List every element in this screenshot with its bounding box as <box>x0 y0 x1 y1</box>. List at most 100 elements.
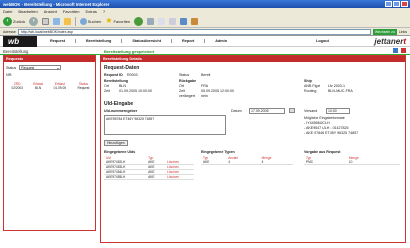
favorites-label: Favoriten <box>113 18 131 24</box>
table-cell: 4 <box>226 160 260 165</box>
page-title: Bereitstellung <box>3 48 29 54</box>
versand-label: Versand <box>304 109 318 113</box>
status-filter-row: Status Request <box>6 65 93 70</box>
nav-item-admin[interactable]: Admin <box>204 39 237 43</box>
calendar-icon[interactable] <box>289 108 295 113</box>
table-cell: 10 <box>346 160 400 165</box>
page-icons <box>393 48 406 53</box>
menu-ansicht[interactable]: Ansicht <box>44 9 57 14</box>
back-button[interactable]: ‹ Zurück <box>3 16 26 26</box>
origin-ort-label: Ort <box>104 84 109 88</box>
format-line: - IY4456MJCLH <box>304 121 330 125</box>
close-button[interactable] <box>401 1 408 7</box>
table-cell: 01.09.05 <box>53 86 66 90</box>
request-section-title: Request-Daten <box>104 65 140 71</box>
nav-items: Request Bereitstellung Statusübersicht R… <box>40 39 237 43</box>
address-input[interactable]: http://wb.local/webBOK/index.asp <box>17 28 371 35</box>
go-button[interactable]: Wechseln zu <box>372 28 397 35</box>
print-page-icon[interactable] <box>401 48 406 53</box>
uld-section-title: Uld-Eingabe <box>104 101 134 107</box>
refresh-icon[interactable] <box>53 17 61 25</box>
return-ort-label: Ort <box>179 84 184 88</box>
ship-routing-label: Routing <box>304 89 317 93</box>
favorites-button[interactable]: ★ Favoriten <box>105 17 130 25</box>
app-logo: wb <box>3 36 37 47</box>
return-ort-value: FRA <box>201 84 209 88</box>
messenger-icon[interactable] <box>191 17 199 25</box>
return-zeit-value: 05.09.2005 12:00:00 <box>201 89 234 93</box>
menu-extras[interactable]: Extras <box>86 9 97 14</box>
requests-panel: Requests Status Request NR: ZRD Erfasst … <box>3 55 96 231</box>
ship-typ-label: ANB Flgzt <box>304 84 321 88</box>
request-spec-table: Typ Menge PMC 10 <box>304 156 400 165</box>
details-panel-header: Bereitstellung Details <box>101 56 405 62</box>
brand-logo: jettanert <box>374 37 406 46</box>
return-verl-label: verlängert <box>179 94 195 98</box>
save-icon[interactable] <box>393 48 398 53</box>
nav-item-statusuebersicht[interactable]: Statusübersicht <box>121 39 171 43</box>
ship-typ-value: Lfz 2003-1 <box>328 84 345 88</box>
nav-item-request[interactable]: Request <box>40 39 75 43</box>
menu-bearbeiten[interactable]: Bearbeiten <box>18 9 37 14</box>
delete-link[interactable]: Löschen <box>164 174 194 180</box>
history-icon[interactable] <box>147 17 155 25</box>
versand-input[interactable]: 10:00 <box>326 108 350 114</box>
mail-icon[interactable] <box>158 17 166 25</box>
requests-panel-header: Requests <box>4 56 95 62</box>
brand-accent: t <box>403 37 406 46</box>
media-icon[interactable] <box>134 16 144 26</box>
print-icon[interactable] <box>169 17 177 25</box>
address-label: Adresse <box>3 29 16 34</box>
return-title: Rückgabe <box>179 79 197 83</box>
requests-table: ZRD Erfasst Erfasst Status 02/2003 BLN 0… <box>6 82 95 90</box>
nav-item-report[interactable]: Report <box>171 39 204 43</box>
origin-ort-value: BLN <box>119 84 126 88</box>
table-row[interactable]: 02/2003 BLN 01.09.05 Request <box>6 86 95 90</box>
table-cell: BLN <box>34 86 42 90</box>
minimize-button[interactable] <box>385 1 392 7</box>
add-uld-button[interactable]: Hinzufügen <box>104 140 128 146</box>
datum-label: Datum <box>231 109 242 113</box>
datum-input[interactable]: 17.09.2005 <box>249 108 285 114</box>
maximize-button[interactable] <box>393 1 400 7</box>
format-line: - AKE 97846 ET45Y 96325 74857 <box>304 131 359 135</box>
entered-types-table: Typ Anzahl Menge AKE 4 4 <box>201 156 293 165</box>
menu-favoriten[interactable]: Favoriten <box>63 9 80 14</box>
table-row: AKE97455LH AKE Löschen <box>104 174 194 180</box>
search-button[interactable]: Suchen <box>79 17 102 25</box>
menu-datei[interactable]: Datei <box>3 9 12 14</box>
window-titlebar: webBOK - Bereitstellung - Microsoft Inte… <box>0 0 410 8</box>
logout-link[interactable]: Logout <box>316 39 329 43</box>
edit-icon[interactable] <box>180 17 188 25</box>
request-id-value: R0003 <box>127 73 138 77</box>
top-navigation: wb Request Bereitstellung Statusübersich… <box>0 36 410 47</box>
nav-item-bereitstellung[interactable]: Bereitstellung <box>74 39 121 43</box>
forward-arrow-icon[interactable]: › <box>29 16 39 26</box>
request-id-label: Request ID <box>104 73 123 77</box>
page-header: Bereitstellung Bereitstellung gespeicher… <box>0 47 410 55</box>
browser-toolbar: ‹ Zurück › Suchen ★ Favoriten <box>0 15 410 28</box>
origin-zeit-value: 01.09.2005 10:00:00 <box>119 89 152 93</box>
stop-icon[interactable] <box>42 17 50 25</box>
status-value: Bereit <box>201 73 211 77</box>
table-cell: AKE <box>201 160 227 165</box>
back-label: Zurück <box>13 18 26 24</box>
star-icon: ★ <box>105 16 113 25</box>
table-cell: 02/2003 <box>11 86 23 90</box>
nr-row: NR: <box>6 73 93 77</box>
table-cell: PMC <box>304 160 347 165</box>
details-panel: Bereitstellung Details Request-Daten Req… <box>100 55 406 243</box>
search-label: Suchen <box>87 18 102 24</box>
return-zeit-label: Zeit <box>179 89 185 93</box>
links-label[interactable]: Links <box>399 30 407 34</box>
table-cell: AKE <box>146 174 165 180</box>
ulds-textarea[interactable]: AKE95784 ET46Y 96325 74857 <box>104 115 226 135</box>
status-filter-select[interactable]: Request <box>19 65 62 70</box>
table1-title: Eingegebene Ulds <box>104 150 136 154</box>
status-filter-label: Status <box>6 65 17 70</box>
brand-text: jettaner <box>374 37 404 46</box>
table-row: PMC 10 <box>304 160 400 165</box>
home-icon[interactable] <box>64 17 72 25</box>
status-message: Bereitstellung gespeichert <box>104 48 155 54</box>
menu-help[interactable]: ? <box>103 9 105 14</box>
